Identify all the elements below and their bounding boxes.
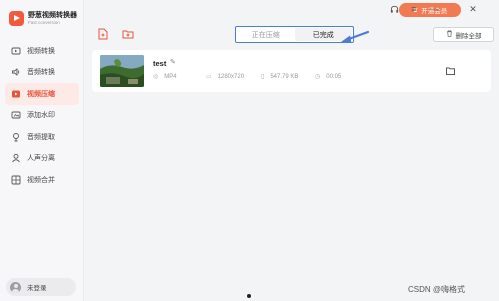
sidebar-item-label: 添加水印 [27, 112, 55, 120]
sidebar-item-label: 视频压缩 [27, 90, 55, 98]
file-card: test ✎ ◎ MP4 ▭ 1280x720 ▯ 547.79 KB ◷ 00… [92, 50, 491, 92]
voice-separate-icon [11, 153, 21, 163]
sidebar-item-video-compress[interactable]: 视频压缩 [5, 83, 79, 105]
video-compress-icon [11, 89, 21, 99]
audio-extract-icon [11, 132, 21, 142]
main-panel: ♛ 开通会员 ≡ — ✕ [85, 0, 499, 301]
app-logo-icon [9, 11, 24, 26]
page-indicator [247, 294, 251, 298]
file-format: ◎ MP4 [153, 73, 177, 81]
file-resolution-value: 1280x720 [217, 73, 245, 80]
avatar [10, 281, 21, 293]
file-size: ▯ 547.79 KB [261, 73, 299, 81]
sidebar-nav: 视频转换 音频转换 视频压缩 添加水印 音频提取 人声分离 视频合并 [5, 40, 79, 191]
file-size-value: 547.79 KB [270, 73, 299, 80]
trash-icon [446, 30, 453, 39]
sidebar-item-audio-extract[interactable]: 音频提取 [5, 126, 79, 148]
sidebar-item-label: 音频提取 [27, 133, 55, 141]
delete-all-label: 删除全部 [455, 32, 482, 40]
video-convert-icon [11, 46, 21, 56]
tab-completed[interactable]: 已完成 [294, 28, 352, 41]
edit-icon[interactable]: ✎ [170, 58, 176, 66]
sidebar-item-label: 视频合并 [27, 176, 55, 184]
sidebar-item-audio-convert[interactable]: 音频转换 [5, 62, 79, 84]
csdn-watermark: CSDN @嗨格式 [408, 285, 466, 294]
sidebar-item-label: 音频转换 [27, 69, 55, 77]
file-name: test [153, 59, 167, 68]
headset-icon[interactable] [388, 3, 400, 15]
sidebar-item-watermark[interactable]: 添加水印 [5, 105, 79, 127]
sidebar-item-voice-separate[interactable]: 人声分离 [5, 148, 79, 170]
file-size-icon: ▯ [261, 74, 265, 80]
menu-icon[interactable]: ≡ [408, 3, 420, 15]
app-subtitle: Fast conversion [28, 19, 60, 25]
open-folder-icon[interactable] [446, 67, 455, 75]
video-thumbnail[interactable] [100, 55, 144, 87]
sidebar: 野葱视频转换器 Fast conversion 视频转换 音频转换 视频压缩 添… [0, 0, 84, 301]
video-merge-icon [11, 175, 21, 185]
file-duration: ◷ 00:05 [315, 73, 342, 81]
delete-all-button[interactable]: 删除全部 [433, 27, 494, 42]
tab-compressing[interactable]: 正在压缩 [237, 28, 295, 41]
add-folder-icon[interactable] [122, 28, 134, 40]
sidebar-item-video-merge[interactable]: 视频合并 [5, 169, 79, 191]
login-label: 未登录 [27, 285, 47, 292]
sidebar-item-label: 视频转换 [27, 47, 55, 55]
login-button[interactable]: 未登录 [6, 278, 76, 296]
file-format-value: MP4 [164, 73, 177, 80]
watermark-icon [11, 110, 21, 120]
add-file-icon[interactable] [97, 28, 109, 40]
app-brand: 野葱视频转换器 Fast conversion [9, 11, 77, 26]
close-icon[interactable]: ✕ [467, 3, 479, 15]
audio-convert-icon [11, 67, 21, 77]
format-icon: ◎ [153, 74, 159, 80]
sidebar-item-label: 人声分离 [27, 155, 55, 163]
file-resolution: ▭ 1280x720 [206, 73, 245, 81]
minimize-icon[interactable]: — [428, 3, 440, 15]
sidebar-item-video-convert[interactable]: 视频转换 [5, 40, 79, 62]
resolution-icon: ▭ [206, 74, 212, 80]
status-tabs: 正在压缩 已完成 [235, 26, 354, 43]
file-duration-value: 00:05 [326, 73, 342, 80]
app-name: 野葱视频转换器 [28, 11, 77, 19]
clock-icon: ◷ [315, 74, 321, 80]
